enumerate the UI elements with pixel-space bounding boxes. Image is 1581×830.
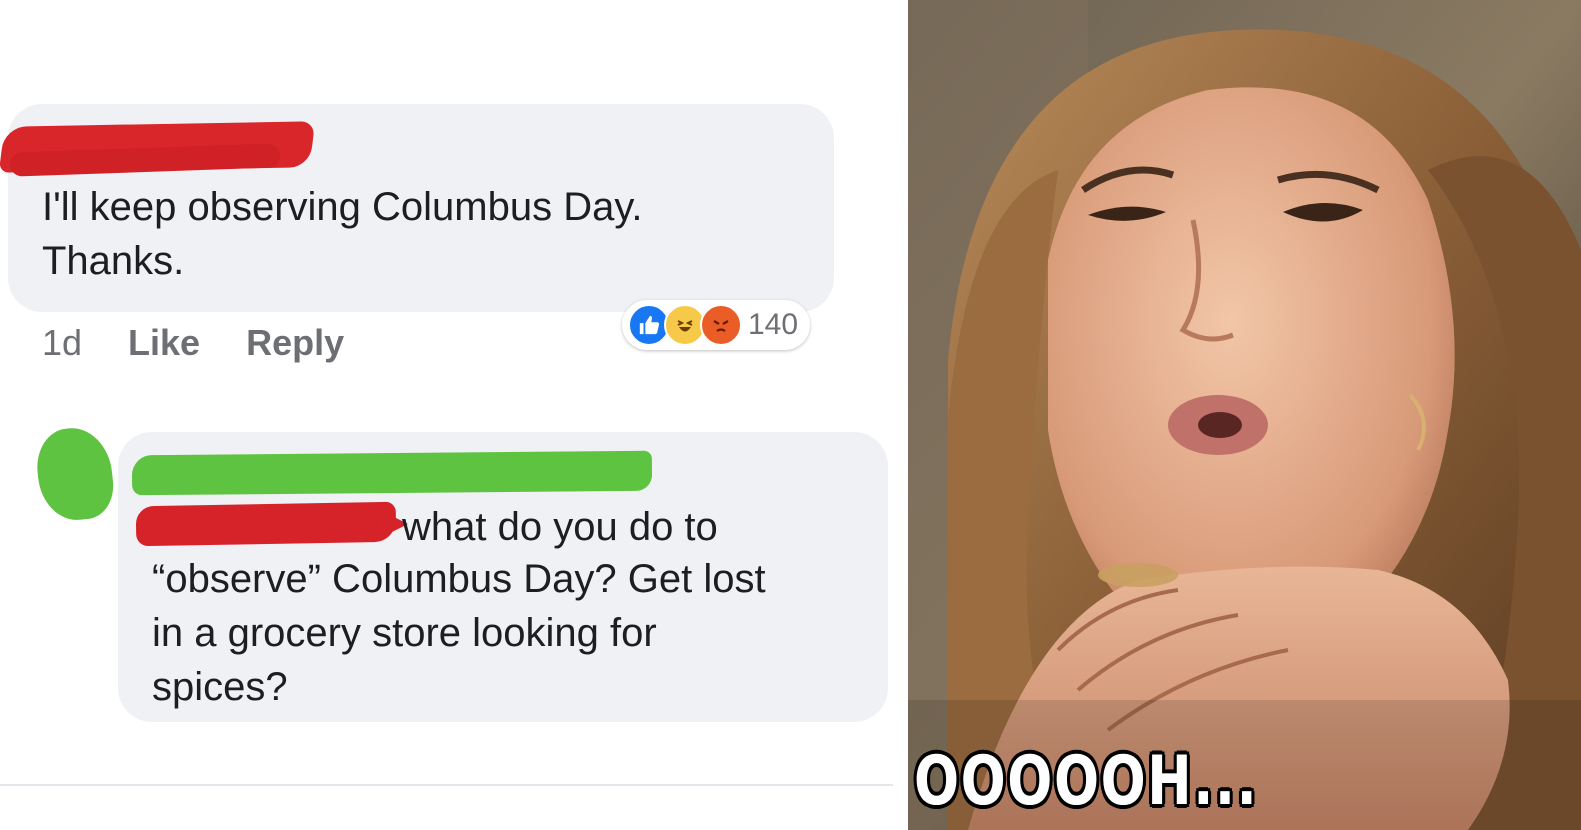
panel-gap [893,0,908,830]
reaction-count: 140 [748,308,799,341]
redacted-avatar [33,424,117,524]
comment-actions-1: 1d Like Reply [42,318,344,368]
woman-photo-illustration [908,0,1581,830]
facebook-comment-thread: I'll keep observing Columbus Day. Thanks… [0,0,893,830]
reaction-meme-image: OOOOOH... [908,0,1581,830]
comment-text-1: I'll keep observing Columbus Day. Thanks… [42,185,643,283]
comment-timestamp: 1d [42,322,83,363]
comment-text-2: “observe” Columbus Day? Get lost in a gr… [152,557,766,709]
like-link[interactable]: Like [128,322,200,364]
reply-link[interactable]: Reply [246,322,344,364]
angry-icon [700,304,742,346]
divider [0,784,893,786]
redacted-author-name-2 [131,450,653,496]
comment-text-2-first-line: what do you do to [402,505,718,549]
meme-caption: OOOOOH... [914,742,1259,821]
redacted-mention [135,501,397,547]
reactions-summary[interactable]: 140 [622,300,811,350]
